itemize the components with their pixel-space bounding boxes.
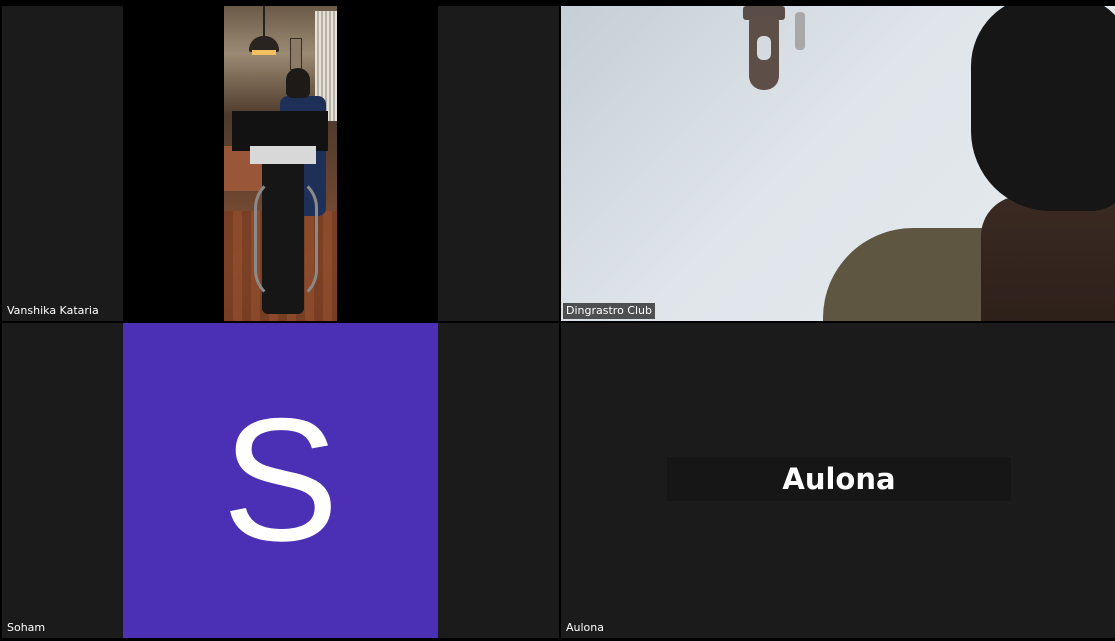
avatar: S [123,323,438,638]
participant-name-label: Aulona [566,621,604,634]
participant-tile-soham[interactable]: S Soham [2,323,559,638]
video-wall-frame [290,38,302,70]
participant-display-name: Aulona [782,462,896,496]
participant-name-label: Vanshika Kataria [7,304,99,317]
participant-name-label: Soham [7,621,46,634]
video-lamp-cord [263,6,265,38]
participant-display-name-box: Aulona [667,457,1011,501]
participant-name-label: Dingrastro Club [563,303,655,319]
video-lamp-glow [252,50,276,55]
video-podium-top [232,111,328,151]
avatar-initial: S [222,383,339,578]
participant-video-feed [224,6,337,321]
video-hanging-key [795,12,805,50]
participant-tile-vanshika[interactable]: Vanshika Kataria [2,6,559,321]
video-person-turban [971,6,1115,211]
video-podium-plate [250,146,316,164]
participant-tile-aulona[interactable]: Aulona Aulona [561,323,1115,638]
video-speaker-head [286,68,310,98]
video-person-face [981,196,1115,321]
participant-video-feed [561,6,1115,321]
video-podium-arc [254,176,318,302]
video-wall-hanger [743,6,785,92]
meeting-gallery-view: Vanshika Kataria Dingrastro Club S Soham… [0,0,1115,641]
participant-tile-dingrastro-club[interactable]: Dingrastro Club [561,6,1115,321]
